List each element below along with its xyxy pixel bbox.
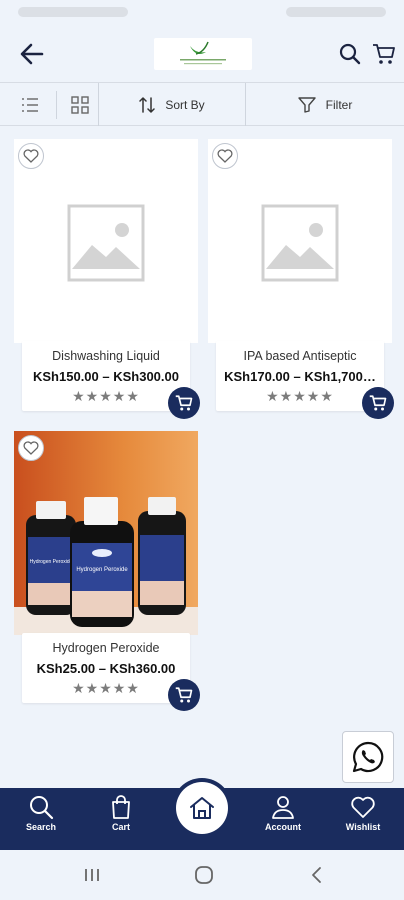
product-card[interactable]: Hydrogen Peroxide Hydrogen Peroxide Hydr… — [14, 431, 200, 713]
image-placeholder-icon — [261, 204, 339, 282]
search-icon[interactable] — [338, 42, 362, 66]
user-icon — [272, 796, 294, 819]
home-button[interactable] — [176, 782, 228, 834]
cart-icon — [175, 395, 193, 411]
nav-wishlist[interactable]: Wishlist — [323, 788, 403, 850]
toolbar-divider — [56, 91, 57, 119]
product-image[interactable] — [208, 139, 392, 343]
add-to-cart-button[interactable] — [362, 387, 394, 419]
add-to-cart-button[interactable] — [168, 387, 200, 419]
filter-funnel-icon — [297, 96, 316, 113]
product-name[interactable]: IPA based Antiseptic — [216, 349, 384, 363]
product-card[interactable]: Dishwashing Liquid KSh150.00 – KSh300.00… — [14, 139, 200, 421]
status-icons-right — [286, 7, 386, 17]
svg-text:Hydrogen Peroxide: Hydrogen Peroxide — [30, 559, 73, 565]
rating-stars: ★★★★★ — [72, 680, 140, 696]
product-image[interactable]: Hydrogen Peroxide Hydrogen Peroxide — [14, 431, 198, 635]
filter-button[interactable]: Filter — [246, 83, 404, 126]
nav-account[interactable]: Account — [243, 788, 323, 850]
system-back-icon[interactable] — [306, 864, 328, 886]
sort-arrows-icon — [139, 96, 156, 113]
hydrogen-peroxide-bottles-photo: Hydrogen Peroxide Hydrogen Peroxide — [14, 431, 198, 635]
home-icon — [190, 797, 214, 819]
status-bar — [0, 0, 404, 26]
heart-icon — [351, 796, 375, 818]
wishlist-heart-icon[interactable] — [18, 435, 44, 461]
sort-by-button[interactable]: Sort By — [99, 83, 245, 126]
wishlist-heart-icon[interactable] — [212, 143, 238, 169]
list-view-icon[interactable] — [20, 95, 40, 115]
shopping-bag-icon — [112, 795, 130, 819]
app-bar — [0, 26, 404, 82]
nav-cart[interactable]: Cart — [81, 788, 161, 850]
system-navigation-bar — [0, 850, 404, 900]
brand-logo[interactable] — [154, 38, 252, 70]
product-name[interactable]: Hydrogen Peroxide — [22, 641, 190, 655]
image-placeholder-icon — [67, 204, 145, 282]
nav-wishlist-label: Wishlist — [345, 822, 381, 832]
product-price: KSh170.00 – KSh1,700… — [224, 369, 376, 384]
product-price: KSh25.00 – KSh360.00 — [36, 661, 176, 676]
whatsapp-icon — [352, 741, 384, 773]
product-price: KSh150.00 – KSh300.00 — [33, 369, 179, 384]
rating-stars: ★★★★★ — [72, 388, 140, 404]
wishlist-heart-icon[interactable] — [18, 143, 44, 169]
cart-icon — [175, 687, 193, 703]
sort-by-label: Sort By — [165, 97, 205, 112]
search-icon — [30, 796, 54, 820]
status-icons-left — [18, 7, 128, 17]
cart-icon[interactable] — [372, 42, 396, 66]
back-arrow-icon[interactable] — [18, 40, 46, 68]
nav-search-label: Search — [25, 822, 57, 832]
list-toolbar: Sort By Filter — [0, 82, 404, 126]
home-circle-icon[interactable] — [193, 864, 215, 886]
whatsapp-button[interactable] — [342, 731, 394, 783]
grid-view-icon[interactable] — [70, 95, 90, 115]
recent-apps-icon[interactable] — [81, 864, 103, 886]
add-to-cart-button[interactable] — [168, 679, 200, 711]
filter-label: Filter — [325, 97, 353, 112]
product-image[interactable] — [14, 139, 198, 343]
rating-stars: ★★★★★ — [266, 388, 334, 404]
nav-search[interactable]: Search — [1, 788, 81, 850]
product-info: Hydrogen Peroxide KSh25.00 – KSh360.00 ★… — [22, 633, 190, 703]
svg-text:Hydrogen Peroxide: Hydrogen Peroxide — [76, 567, 128, 573]
product-card[interactable]: IPA based Antiseptic KSh170.00 – KSh1,70… — [208, 139, 394, 421]
product-info: Dishwashing Liquid KSh150.00 – KSh300.00… — [22, 341, 190, 411]
nav-cart-label: Cart — [111, 822, 130, 832]
cart-icon — [369, 395, 387, 411]
product-info: IPA based Antiseptic KSh170.00 – KSh1,70… — [216, 341, 384, 411]
product-name[interactable]: Dishwashing Liquid — [22, 349, 190, 363]
nav-account-label: Account — [265, 822, 301, 832]
